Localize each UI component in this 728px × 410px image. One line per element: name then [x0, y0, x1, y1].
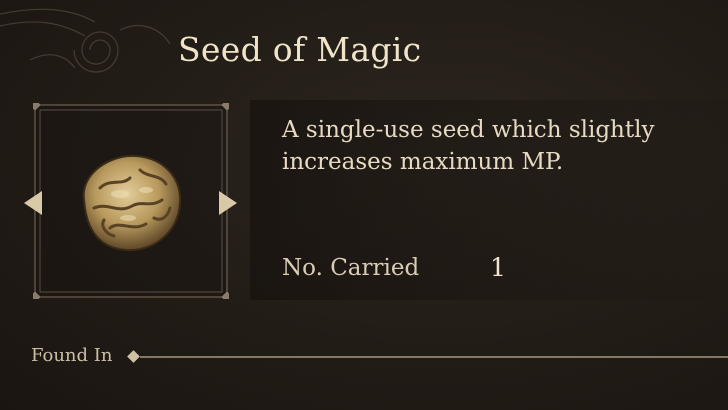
found-in-divider	[127, 350, 728, 363]
arrow-left-icon[interactable]	[22, 190, 44, 216]
carried-count: 1	[490, 253, 506, 282]
found-in-label: Found In	[31, 345, 113, 366]
item-title: Seed of Magic	[178, 30, 422, 69]
arrow-right-icon[interactable]	[217, 190, 239, 216]
seed-icon	[82, 154, 182, 252]
item-description: A single-use seed which slightly increas…	[282, 117, 655, 175]
carried-label: No. Carried	[282, 255, 420, 281]
swirl-ornament-icon	[0, 8, 171, 73]
